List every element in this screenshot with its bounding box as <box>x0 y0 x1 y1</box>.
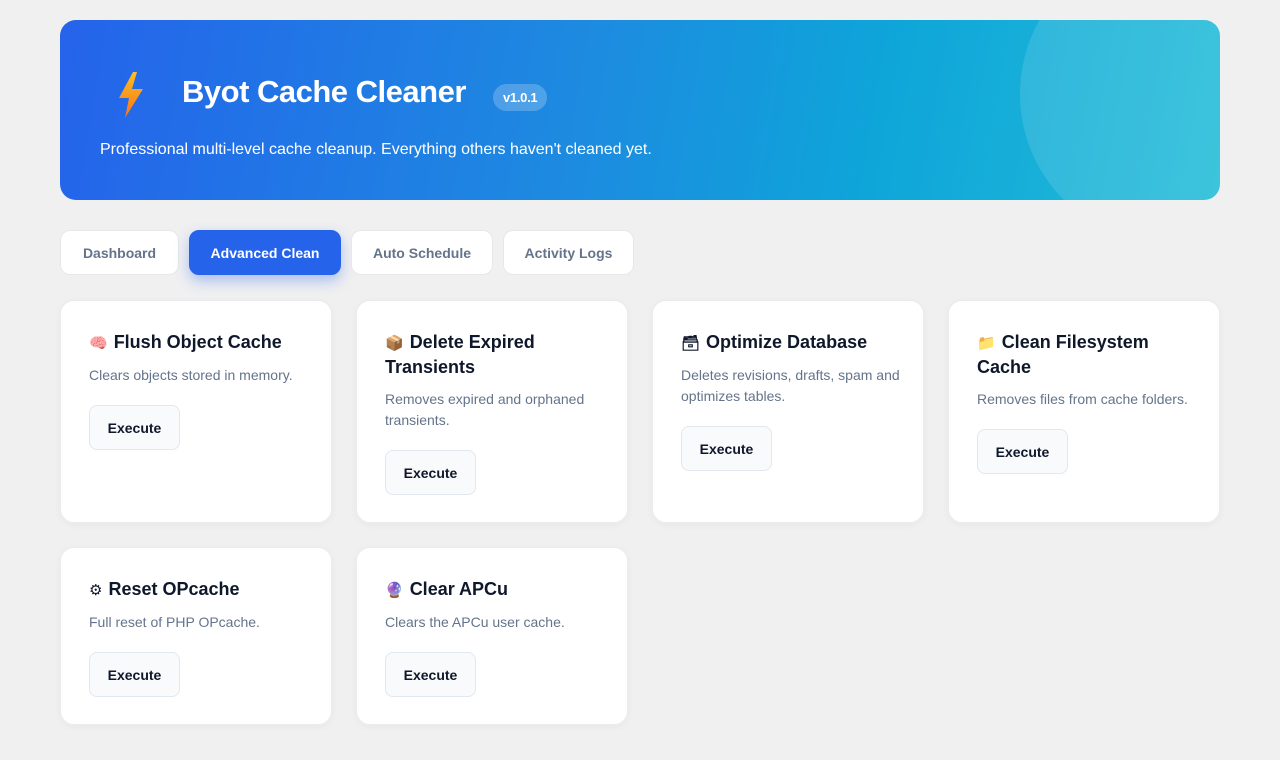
card-optimize-database: 🗃 Optimize Database Deletes revisions, dr… <box>652 300 924 523</box>
package-icon: 📦 <box>385 334 404 352</box>
execute-button[interactable]: Execute <box>89 405 180 450</box>
lightning-bolt-icon <box>119 72 143 118</box>
card-description: Removes expired and orphaned transients. <box>385 391 585 428</box>
brain-icon: 🧠 <box>89 334 108 352</box>
tab-advanced-clean[interactable]: Advanced Clean <box>189 230 341 275</box>
card-title: 🧠 Flush Object Cache <box>89 330 309 355</box>
app-subtitle: Professional multi-level cache cleanup. … <box>100 141 652 158</box>
card-description: Deletes revisions, drafts, spam and opti… <box>681 367 900 404</box>
version-badge: v1.0.1 <box>493 84 548 111</box>
card-description: Full reset of PHP OPcache. <box>89 614 260 630</box>
crystal-icon: 🔮 <box>385 581 404 599</box>
card-clean-filesystem-cache: 📁 Clean Filesystem Cache Removes files fr… <box>948 300 1220 523</box>
tab-auto-schedule[interactable]: Auto Schedule <box>351 230 493 275</box>
decorative-circle <box>1020 20 1220 200</box>
gear-icon: ⚙ <box>89 581 103 599</box>
execute-button[interactable]: Execute <box>385 450 476 495</box>
tab-dashboard[interactable]: Dashboard <box>60 230 179 275</box>
app-title: Byot Cache Cleaner <box>182 74 466 109</box>
card-title: 🔮 Clear APCu <box>385 577 605 602</box>
execute-button[interactable]: Execute <box>385 652 476 697</box>
execute-button[interactable]: Execute <box>89 652 180 697</box>
card-title: 📦 Delete Expired Transients <box>385 332 535 377</box>
card-description: Clears objects stored in memory. <box>89 367 293 383</box>
card-description: Removes files from cache folders. <box>977 391 1188 407</box>
card-title: ⚙ Reset OPcache <box>89 577 309 602</box>
folder-icon: 📁 <box>977 334 996 352</box>
card-delete-expired-transients: 📦 Delete Expired Transients Removes expir… <box>356 300 628 523</box>
tab-activity-logs[interactable]: Activity Logs <box>503 230 634 275</box>
card-flush-object-cache: 🧠 Flush Object Cache Clears objects store… <box>60 300 332 523</box>
card-description: Clears the APCu user cache. <box>385 614 565 630</box>
card-clear-apcu: 🔮 Clear APCu Clears the APCu user cache. … <box>356 547 628 725</box>
card-title: 🗃 Optimize Database <box>681 330 901 355</box>
execute-button[interactable]: Execute <box>977 429 1068 474</box>
file-cabinet-icon: 🗃 <box>681 334 701 352</box>
hero-banner: Byot Cache Cleaner v1.0.1 Professional m… <box>60 20 1220 200</box>
card-reset-opcache: ⚙ Reset OPcache Full reset of PHP OPcache… <box>60 547 332 725</box>
card-title: 📁 Clean Filesystem Cache <box>977 332 1149 377</box>
execute-button[interactable]: Execute <box>681 426 772 471</box>
